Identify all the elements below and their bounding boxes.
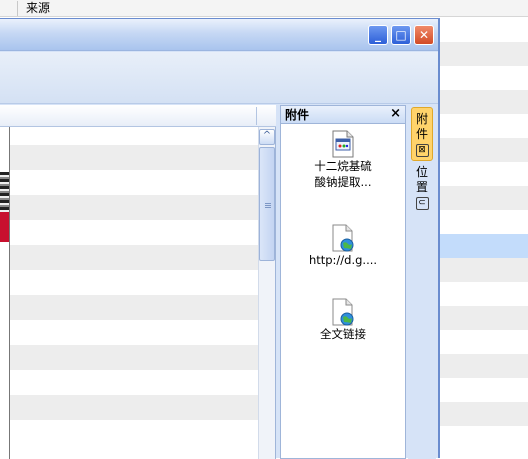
background-list-row[interactable] xyxy=(440,354,528,378)
close-icon: ✕ xyxy=(418,28,430,42)
grid-row[interactable] xyxy=(10,320,258,345)
attachment-item[interactable]: 十二烷基硫 酸钠提取... xyxy=(281,130,405,190)
side-tab-strip: 附 件 ⊠ 位 置 ⊂ xyxy=(408,105,436,459)
attachment-label: 全文链接 xyxy=(320,327,366,341)
thumbnail-image xyxy=(0,172,9,212)
column-separator xyxy=(17,1,18,16)
background-list-row[interactable] xyxy=(440,186,528,210)
attachments-panel: 附件 × 十二烷基硫 酸钠提取... http://d.g.... 全文链接 xyxy=(280,105,406,459)
close-button[interactable]: ✕ xyxy=(414,25,434,45)
background-list-row[interactable] xyxy=(440,306,528,330)
thumbnail-banner xyxy=(0,212,9,242)
grid-header xyxy=(0,105,276,127)
background-list-row[interactable] xyxy=(440,210,528,234)
vertical-scrollbar[interactable]: ^ xyxy=(258,127,275,459)
attachments-panel-header: 附件 × xyxy=(281,106,405,124)
attachment-label: 酸钠提取... xyxy=(314,175,372,189)
attachments-panel-title: 附件 xyxy=(285,108,310,122)
background-list-row[interactable] xyxy=(440,42,528,66)
thumbnail-strip xyxy=(0,127,10,459)
background-list-row[interactable] xyxy=(440,282,528,306)
background-list-row[interactable] xyxy=(440,426,528,450)
grid-row[interactable] xyxy=(10,395,258,420)
background-list-header: 来源 xyxy=(0,0,528,17)
tab-attachments[interactable]: 附 件 ⊠ xyxy=(411,107,433,161)
column-header-source[interactable]: 来源 xyxy=(26,1,50,15)
minimize-icon: _ xyxy=(375,28,381,42)
title-bar[interactable]: _ □ ✕ xyxy=(0,19,438,51)
tab-location[interactable]: 位 置 ⊂ xyxy=(411,161,433,215)
attachment-label: http://d.g.... xyxy=(308,253,378,267)
tab-label: 件 xyxy=(415,127,428,141)
record-grid: ^ xyxy=(0,105,276,459)
grip-icon xyxy=(265,203,271,209)
chevron-up-icon: ^ xyxy=(262,130,272,141)
background-list-row[interactable] xyxy=(440,330,528,354)
attachment-item[interactable]: http://d.g.... xyxy=(281,224,405,268)
scroll-thumb[interactable] xyxy=(259,147,275,261)
grid-row[interactable] xyxy=(10,170,258,195)
dialog-window: _ □ ✕ ^ 附件 × 十二烷基硫 酸钠提取... http://d.g...… xyxy=(0,18,440,459)
background-list-row[interactable] xyxy=(440,90,528,114)
background-list-row[interactable] xyxy=(440,66,528,90)
grid-row[interactable] xyxy=(10,245,258,270)
web-link-file-icon xyxy=(332,298,354,326)
minimize-button[interactable]: _ xyxy=(368,25,388,45)
attachment-item[interactable]: 全文链接 xyxy=(281,298,405,342)
grid-row[interactable] xyxy=(10,270,258,295)
grid-row[interactable] xyxy=(10,420,258,445)
image-file-icon xyxy=(332,130,354,158)
web-link-file-icon xyxy=(332,224,354,252)
grid-row[interactable] xyxy=(10,145,258,170)
toolbar xyxy=(0,52,438,104)
scroll-up-button[interactable]: ^ xyxy=(259,129,275,145)
tab-label: 位 xyxy=(415,165,428,179)
grid-row[interactable] xyxy=(10,195,258,220)
attachment-tab-icon: ⊠ xyxy=(415,144,429,157)
panel-close-icon[interactable]: × xyxy=(390,106,401,122)
maximize-button[interactable]: □ xyxy=(391,25,411,45)
maximize-icon: □ xyxy=(395,28,407,42)
background-list-row[interactable] xyxy=(440,114,528,138)
grid-row[interactable] xyxy=(10,370,258,395)
background-list-row[interactable] xyxy=(440,402,528,426)
background-list-row[interactable] xyxy=(440,258,528,282)
background-list-row[interactable] xyxy=(440,162,528,186)
background-list-row[interactable] xyxy=(440,138,528,162)
background-list-row[interactable] xyxy=(440,378,528,402)
grid-row[interactable] xyxy=(10,295,258,320)
background-list-row-selected[interactable] xyxy=(440,234,528,258)
location-tab-icon: ⊂ xyxy=(415,197,429,210)
grid-row[interactable] xyxy=(10,345,258,370)
grid-row[interactable] xyxy=(10,220,258,245)
attachment-label: 十二烷基硫 xyxy=(314,159,372,173)
tab-label: 附 xyxy=(415,112,428,126)
tab-label: 置 xyxy=(415,180,428,194)
column-separator xyxy=(256,107,257,125)
